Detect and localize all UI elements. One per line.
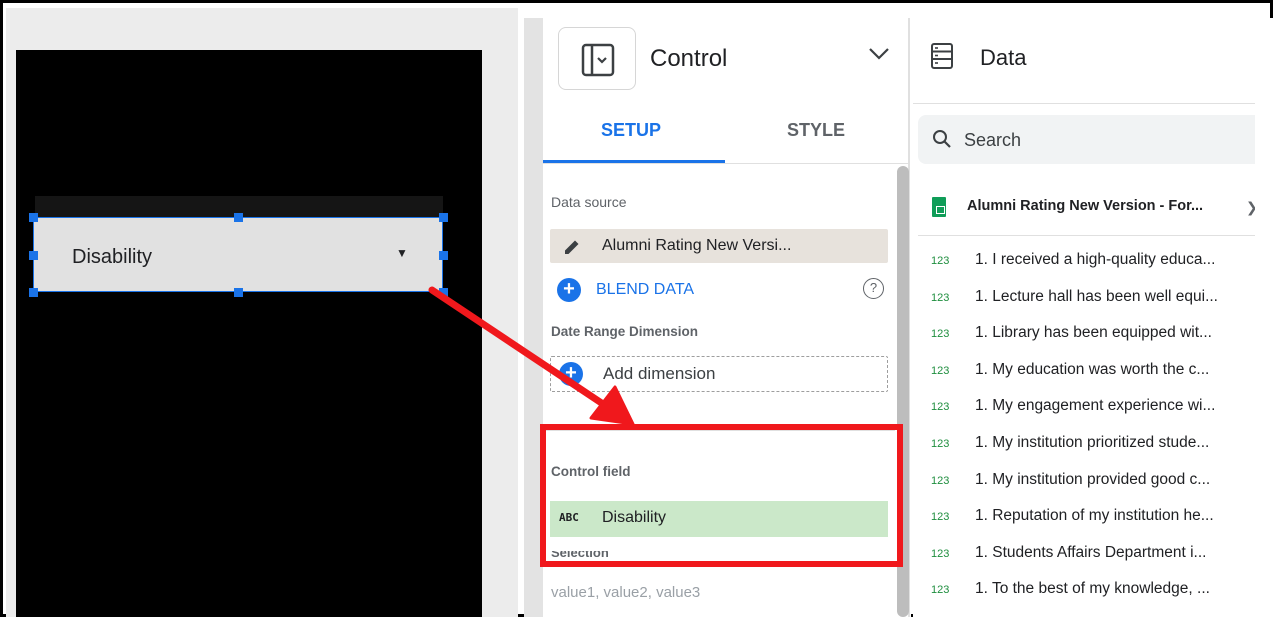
highlight-box <box>540 424 903 567</box>
